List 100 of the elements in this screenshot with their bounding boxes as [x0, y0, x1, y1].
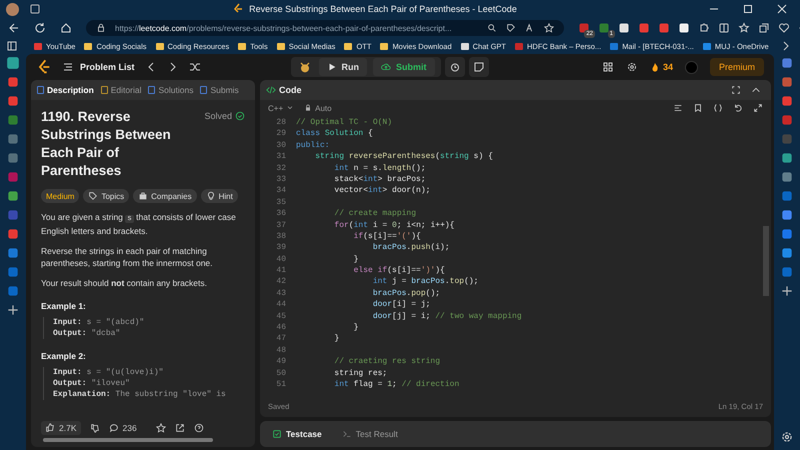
- app-icon[interactable]: [780, 113, 794, 127]
- window-title: Reverse Substrings Between Each Pair of Parentheses - LeetCode: [249, 4, 517, 14]
- share-icon[interactable]: [174, 423, 185, 433]
- line-number: 43: [275, 288, 286, 300]
- console-tab[interactable]: Testcase: [266, 428, 328, 440]
- shuffle-icon[interactable]: [188, 61, 201, 73]
- address-bar[interactable]: https://leetcode.com/problems/reverse-substrings-between-each-pair-of-parentheses/descript...: [86, 20, 564, 36]
- run-button[interactable]: Run: [318, 58, 368, 76]
- flame-icon: [650, 62, 660, 72]
- collections-icon[interactable]: [758, 22, 770, 34]
- app-icon[interactable]: [780, 189, 794, 203]
- profile-avatar[interactable]: [6, 2, 19, 16]
- topic-tag[interactable]: Companies: [133, 189, 197, 203]
- expand-icon[interactable]: [753, 103, 763, 113]
- app-icon[interactable]: [780, 94, 794, 108]
- comments-button[interactable]: 236: [108, 423, 137, 433]
- streak-counter[interactable]: 34: [650, 62, 673, 72]
- alarm-clock-icon: [448, 61, 461, 73]
- app-icon[interactable]: [6, 189, 20, 203]
- braces-icon[interactable]: [713, 103, 723, 113]
- submit-button[interactable]: Submit: [373, 58, 435, 76]
- refresh-icon[interactable]: [34, 22, 46, 34]
- panel-tab[interactable]: Submis: [197, 85, 242, 95]
- app-icon[interactable]: [780, 246, 794, 260]
- app-icon[interactable]: [6, 151, 20, 165]
- panel-tab[interactable]: Editorial: [98, 85, 144, 95]
- puzzle-icon[interactable]: [698, 22, 710, 34]
- home-icon[interactable]: [60, 22, 72, 34]
- app-icon[interactable]: [780, 265, 794, 279]
- dislike-icon[interactable]: [90, 423, 100, 433]
- split-screen-icon[interactable]: [718, 22, 730, 34]
- line-number: 35: [275, 196, 286, 208]
- star-icon[interactable]: [544, 23, 554, 33]
- tab-actions-icon[interactable]: [29, 3, 41, 15]
- settings-icon[interactable]: [626, 61, 638, 73]
- panel-tab[interactable]: Description: [34, 85, 97, 95]
- code-line: int flag = 1; // direction: [333, 378, 460, 390]
- add-icon[interactable]: [6, 303, 20, 317]
- help-icon[interactable]: [194, 423, 204, 433]
- app-icon[interactable]: [780, 227, 794, 241]
- topic-tag[interactable]: Hint: [200, 189, 238, 203]
- code-line: door[j] = i; // two way mapping: [372, 310, 522, 322]
- bookmark-icon[interactable]: [693, 103, 703, 113]
- performance-icon[interactable]: [778, 22, 790, 34]
- close-icon[interactable]: [776, 3, 788, 15]
- checkbox-icon: [272, 429, 282, 439]
- app-icon[interactable]: [6, 113, 20, 127]
- line-number: 45: [275, 310, 286, 322]
- star-icon[interactable]: [156, 423, 166, 433]
- play-icon: [326, 62, 337, 72]
- list-icon[interactable]: [62, 61, 74, 73]
- settings-icon[interactable]: [780, 430, 794, 444]
- panel-tab[interactable]: Solutions: [145, 85, 196, 95]
- app-icon[interactable]: [6, 265, 20, 279]
- language-dropdown[interactable]: C++: [268, 104, 294, 112]
- terminal-icon: [342, 429, 352, 439]
- maximize-icon[interactable]: [742, 3, 754, 15]
- logo-icon[interactable]: [36, 59, 52, 75]
- sidebar-toggle-icon[interactable]: [6, 40, 18, 52]
- app-icon[interactable]: [780, 151, 794, 165]
- line-number: 46: [275, 322, 286, 334]
- back-icon[interactable]: [8, 22, 20, 34]
- premium-button[interactable]: Premium: [710, 58, 764, 76]
- example-heading: Example 1:: [41, 301, 87, 311]
- topic-tag[interactable]: Medium: [41, 189, 80, 203]
- notes-button[interactable]: [468, 57, 489, 77]
- code-line: int n = s.length();: [333, 162, 426, 174]
- like-button[interactable]: 2.7K: [41, 421, 80, 435]
- auto-mode-toggle[interactable]: Auto: [304, 104, 332, 112]
- extension-icon[interactable]: [678, 22, 690, 34]
- line-number: 42: [275, 276, 286, 288]
- app-icon[interactable]: [6, 246, 20, 260]
- read-aloud-icon[interactable]: [525, 23, 535, 33]
- favorites-icon[interactable]: [738, 22, 750, 34]
- code-line: else if(s[i]==')'){: [352, 265, 445, 276]
- app-icon[interactable]: [6, 56, 20, 70]
- app-icon[interactable]: [780, 56, 794, 70]
- app-icon[interactable]: [780, 208, 794, 222]
- tag-icon[interactable]: [506, 23, 516, 33]
- app-icon[interactable]: [6, 75, 20, 89]
- line-number: 44: [275, 299, 286, 311]
- app-icon[interactable]: [6, 227, 20, 241]
- app-icon[interactable]: [6, 94, 20, 108]
- topic-tag[interactable]: Topics: [83, 189, 130, 203]
- console-tab[interactable]: Test Result: [336, 428, 404, 440]
- reset-icon[interactable]: [733, 103, 743, 113]
- zoom-icon[interactable]: [487, 23, 497, 33]
- extension-icon[interactable]: [618, 22, 630, 34]
- code-panel-title: Code: [266, 85, 302, 95]
- timer-button[interactable]: [444, 57, 465, 77]
- app-icon[interactable]: [780, 170, 794, 184]
- problem-list-link[interactable]: Problem List: [80, 62, 135, 72]
- app-icon[interactable]: [6, 284, 20, 298]
- fullscreen-icon[interactable]: [731, 85, 741, 95]
- app-icon[interactable]: [6, 132, 20, 146]
- line-number: 49: [275, 356, 286, 368]
- app-icon[interactable]: [780, 75, 794, 89]
- format-icon[interactable]: [673, 103, 683, 113]
- add-icon[interactable]: [780, 284, 794, 298]
- grid-icon[interactable]: [602, 61, 614, 73]
